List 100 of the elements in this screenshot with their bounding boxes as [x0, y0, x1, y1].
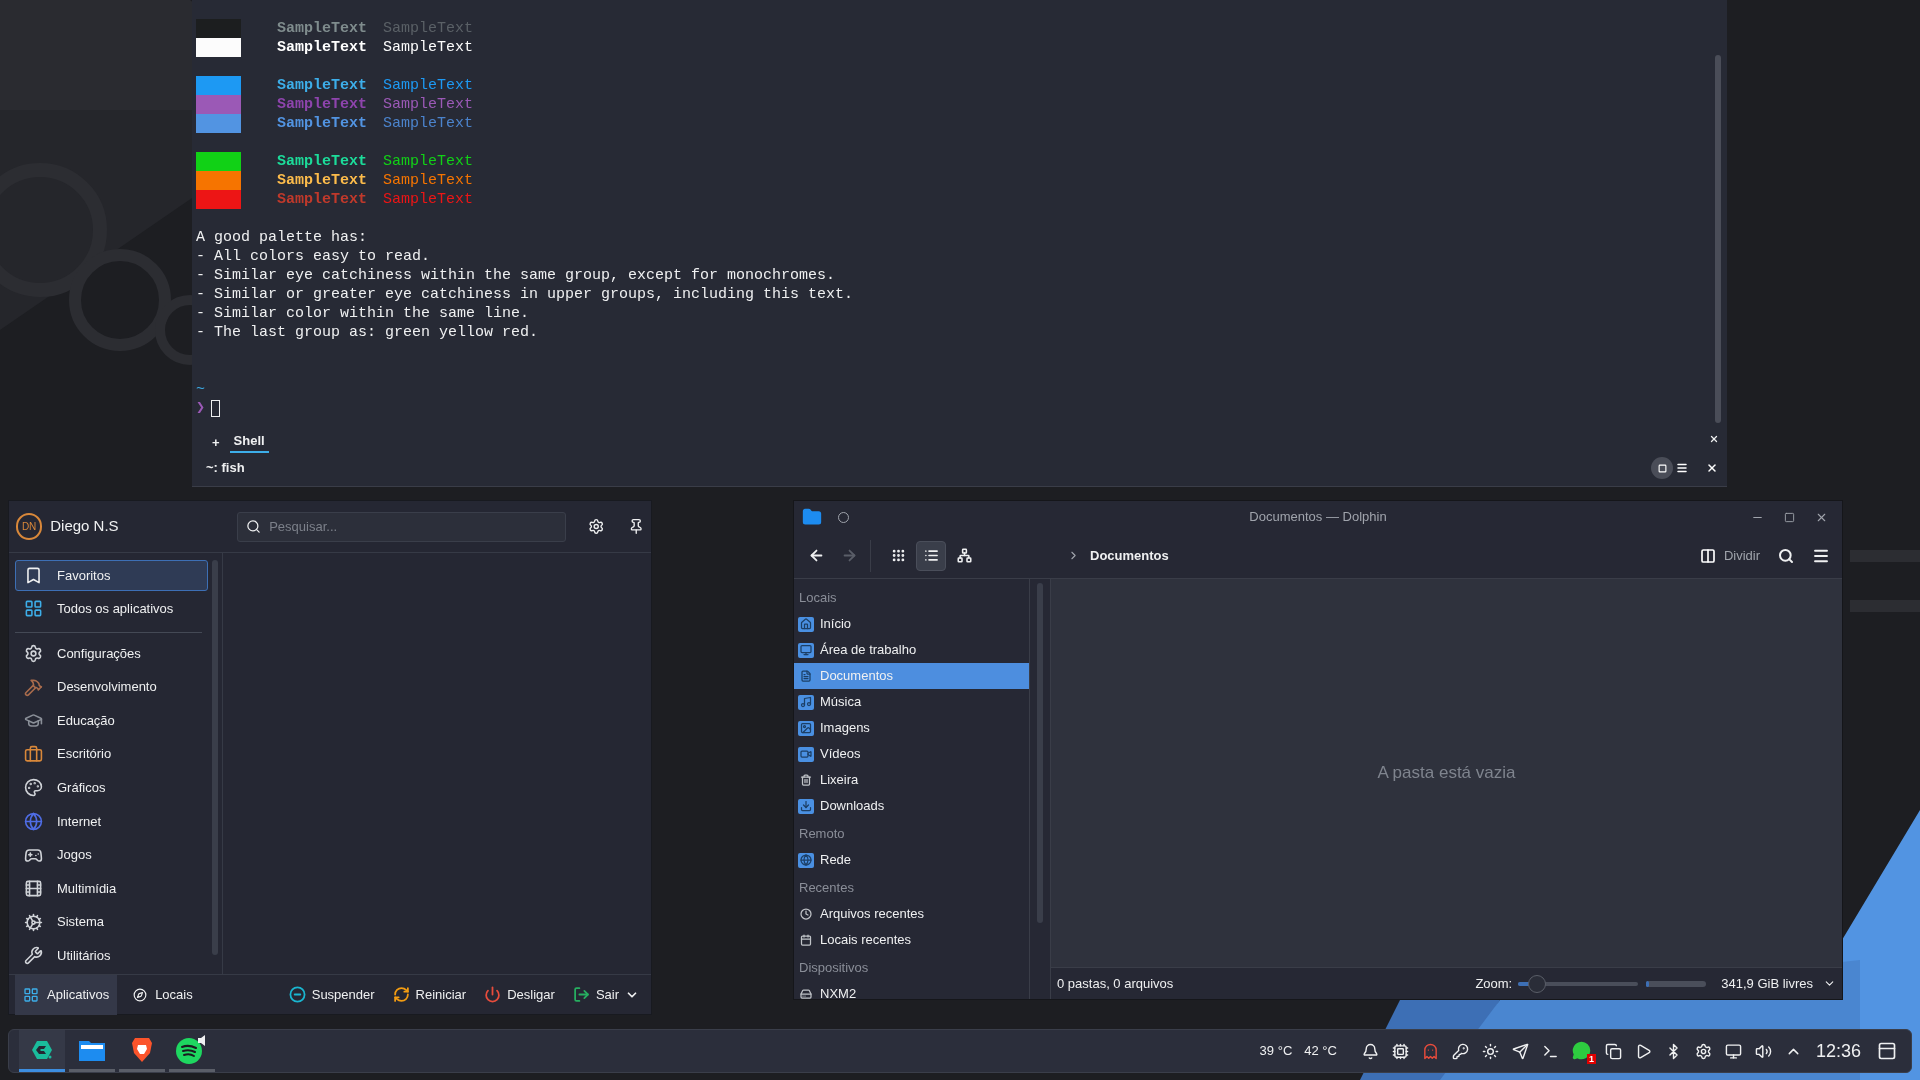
search-icon — [246, 518, 262, 534]
app-grid-icon — [23, 986, 39, 1003]
sample-text: SampleText — [277, 190, 367, 209]
app-grid-icon — [24, 599, 43, 619]
sample-text: SampleText — [277, 95, 367, 114]
sample-text: SampleText — [277, 152, 367, 171]
places-item[interactable]: Lixeira — [794, 767, 1029, 793]
taskbar-app[interactable] — [19, 1030, 65, 1072]
places-item[interactable]: Downloads — [794, 793, 1029, 819]
documents-icon[interactable] — [1604, 1042, 1622, 1060]
footer-tab[interactable]: Locais — [125, 974, 201, 1015]
slider-thumb[interactable] — [1528, 974, 1547, 993]
square-icon — [1657, 463, 1667, 473]
menu-item[interactable]: Gráficos — [15, 772, 208, 804]
tree-icon — [956, 548, 972, 563]
places-heading: Remoto — [798, 825, 846, 844]
sample-text: SampleText — [277, 114, 367, 133]
places-item[interactable]: Vídeos — [794, 741, 1029, 767]
gear-icon — [24, 912, 43, 932]
compass-icon — [133, 987, 148, 1002]
video-folder-icon — [798, 746, 814, 762]
places-item[interactable]: Início — [794, 611, 1029, 637]
session-button[interactable]: Desligar — [478, 979, 561, 1010]
prompt-symbol: ❯ — [196, 399, 206, 418]
status-summary: 0 pastas, 0 arquivos — [1057, 974, 1174, 993]
session-button[interactable]: Reiniciar — [386, 979, 473, 1010]
sample-text: SampleText — [277, 19, 367, 38]
menu-item[interactable]: Configurações — [15, 638, 208, 669]
places-item[interactable]: Rede — [794, 847, 1029, 873]
folder-icon — [798, 642, 814, 658]
places-item[interactable]: NXM2 — [794, 981, 1029, 999]
refresh-icon — [392, 986, 410, 1003]
sample-text: SampleText — [383, 76, 474, 95]
palette-icon — [24, 778, 43, 798]
drive-icon — [798, 986, 814, 999]
menu-item[interactable]: Escritório — [15, 738, 208, 770]
places-item[interactable]: Imagens — [794, 715, 1029, 741]
breadcrumb-item[interactable]: Documentos — [1090, 545, 1169, 566]
places-item[interactable]: Área de trabalho — [794, 637, 1029, 663]
avatar[interactable]: DN — [16, 513, 43, 540]
settings-icon[interactable] — [588, 518, 605, 535]
notification-badge: 1 — [1586, 1054, 1596, 1064]
gear-icon[interactable] — [1694, 1042, 1712, 1060]
menu-item[interactable]: Todos os aplicativos — [15, 593, 208, 625]
list-icon — [923, 548, 939, 563]
menu-item[interactable]: Jogos — [15, 839, 208, 871]
search-icon[interactable] — [1778, 547, 1794, 564]
temperature-reading[interactable]: 42 °C — [1304, 1041, 1337, 1061]
terminal-line: - The last group as: green yellow red. — [196, 323, 540, 342]
split-button[interactable]: Dividir — [1693, 540, 1766, 571]
places-item[interactable]: Música — [794, 689, 1029, 715]
close-icon[interactable] — [1706, 462, 1718, 474]
footer-tab[interactable]: Aplicativos — [15, 974, 118, 1015]
image-folder-icon — [798, 720, 814, 736]
ghost-icon[interactable] — [1421, 1042, 1439, 1060]
globe-icon — [24, 811, 43, 831]
sample-text: SampleText — [277, 171, 367, 190]
sample-text: SampleText — [383, 152, 474, 171]
terminal-line: - Similar eye catchiness within the same group, except for monochromes. — [196, 266, 837, 285]
lion-shield-icon — [131, 1036, 153, 1063]
text-cursor — [211, 400, 221, 417]
menu-item[interactable]: Desenvolvimento — [15, 671, 208, 703]
menu-item[interactable]: Multimídia — [15, 873, 208, 904]
search-field[interactable]: Pesquisar... — [237, 511, 567, 542]
menu-icon[interactable] — [1676, 462, 1688, 474]
new-tab-button[interactable]: + — [212, 432, 220, 452]
columns-icon — [1699, 547, 1716, 564]
split-view-button[interactable] — [1651, 457, 1673, 479]
volume-icon[interactable] — [1754, 1042, 1772, 1060]
places-item[interactable]: Locais recentes — [794, 927, 1029, 953]
places-item[interactable]: Arquivos recentes — [794, 901, 1029, 927]
free-space-label[interactable]: 341,9 GiB livres — [1721, 973, 1813, 994]
zoom-label: Zoom: — [1475, 974, 1513, 993]
menu-item[interactable]: Sistema — [15, 906, 208, 938]
temperature-reading[interactable]: 39 °C — [1259, 1041, 1293, 1061]
monitor-icon[interactable] — [1724, 1042, 1742, 1060]
menu-item[interactable]: Utilitários — [15, 940, 208, 972]
prompt-path: ~ — [196, 380, 205, 399]
bell-icon[interactable] — [1361, 1042, 1379, 1060]
menu-item[interactable]: Educação — [15, 705, 208, 736]
close-icon[interactable] — [1709, 434, 1719, 444]
view-mode-button[interactable] — [916, 540, 946, 571]
terminal-line: A good palette has: — [196, 228, 369, 247]
briefcase-icon — [24, 744, 43, 764]
paper-plane-icon[interactable] — [1511, 1042, 1529, 1060]
wrench-icon — [24, 946, 43, 966]
clock-icon — [798, 906, 814, 922]
clock[interactable]: 12:36 — [1815, 1037, 1861, 1065]
window-title: Documentos — Dolphin — [1249, 508, 1387, 527]
terminal-tab[interactable]: Shell — [229, 431, 269, 453]
menu-item[interactable]: Internet — [15, 806, 208, 837]
session-button[interactable]: Suspender — [282, 979, 381, 1010]
music-folder-icon — [798, 694, 814, 710]
show-desktop-icon[interactable] — [1877, 1041, 1897, 1061]
session-button[interactable]: Sair — [566, 979, 625, 1010]
chip-icon[interactable] — [1391, 1042, 1409, 1060]
menu-item[interactable]: Favoritos — [15, 560, 208, 591]
trash-icon — [798, 772, 814, 788]
maximize-icon[interactable] — [1784, 511, 1795, 523]
sample-text: SampleText — [383, 190, 474, 209]
